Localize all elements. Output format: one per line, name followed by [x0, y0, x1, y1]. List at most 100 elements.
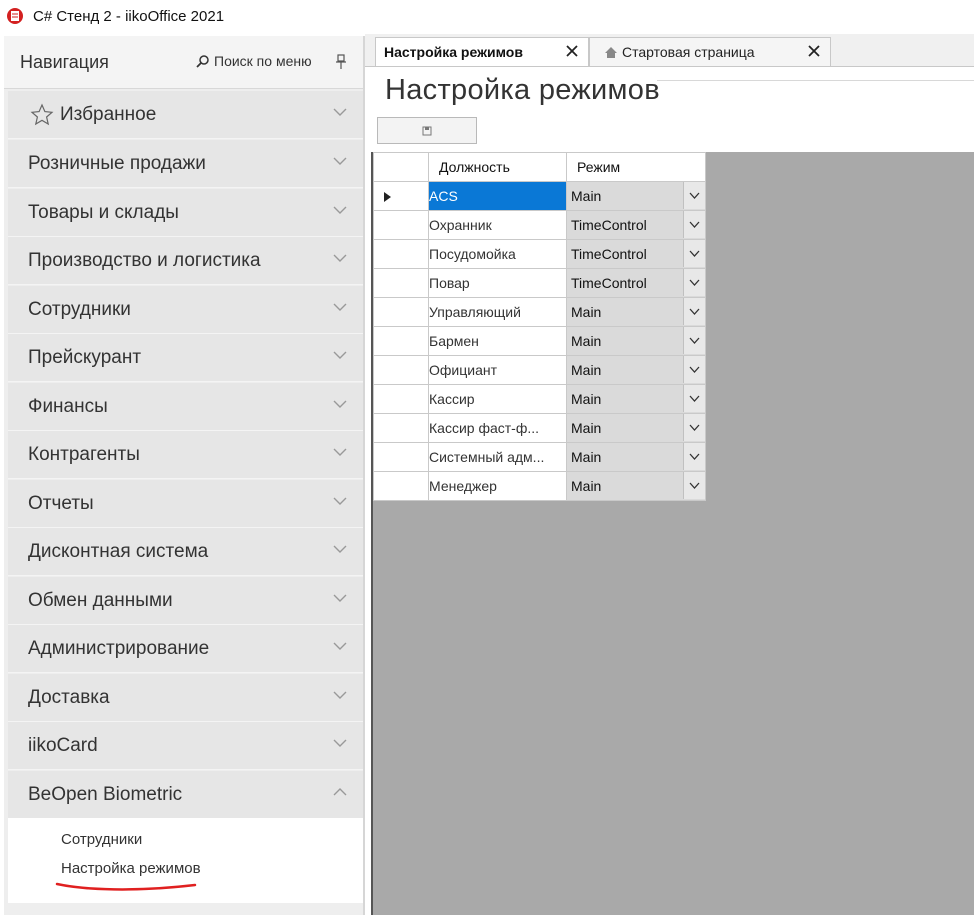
mode-cell[interactable]: Main — [566, 384, 706, 414]
nav-group-data-exchange[interactable]: Обмен данными — [8, 577, 363, 625]
row-selector[interactable] — [373, 355, 429, 385]
mode-dropdown-button[interactable] — [683, 211, 705, 238]
row-selector[interactable] — [373, 239, 429, 269]
position-cell[interactable]: Управляющий — [428, 297, 567, 327]
table-row[interactable]: Посудомойка TimeControl — [373, 239, 706, 269]
table-row[interactable]: Системный адм... Main — [373, 442, 706, 472]
row-selector[interactable] — [373, 413, 429, 443]
menu-search-label: Поиск по меню — [214, 53, 312, 69]
chevron-down-icon — [333, 739, 347, 747]
save-button[interactable] — [377, 117, 477, 144]
chevron-down-icon — [333, 642, 347, 650]
position-cell[interactable]: Охранник — [428, 210, 567, 240]
mode-dropdown-button[interactable] — [683, 414, 705, 441]
mode-cell[interactable]: Main — [566, 471, 706, 501]
table-row[interactable]: Кассир фаст-ф... Main — [373, 413, 706, 443]
nav-group-favorites[interactable]: Избранное — [8, 91, 363, 139]
nav-group-discount[interactable]: Дисконтная система — [8, 528, 363, 576]
position-cell[interactable]: Кассир фаст-ф... — [428, 413, 567, 443]
nav-group-administration[interactable]: Администрирование — [8, 625, 363, 673]
chevron-down-icon — [689, 308, 700, 315]
mode-value: Main — [571, 304, 602, 320]
tab-mode-settings[interactable]: Настройка режимов — [375, 37, 589, 66]
mode-dropdown-button[interactable] — [683, 443, 705, 470]
mode-cell[interactable]: Main — [566, 355, 706, 385]
position-cell[interactable]: Официант — [428, 355, 567, 385]
row-selector[interactable] — [373, 471, 429, 501]
table-row[interactable]: Управляющий Main — [373, 297, 706, 327]
iiko-app-icon — [7, 8, 23, 24]
nav-group-beopen-biometric[interactable]: BeOpen Biometric — [8, 771, 363, 819]
mode-dropdown-button[interactable] — [683, 240, 705, 267]
nav-group-pricelist[interactable]: Прейскурант — [8, 334, 363, 382]
table-row[interactable]: Охранник TimeControl — [373, 210, 706, 240]
close-icon[interactable] — [566, 45, 578, 57]
position-cell[interactable]: Бармен — [428, 326, 567, 356]
table-row[interactable]: Официант Main — [373, 355, 706, 385]
mode-cell[interactable]: Main — [566, 326, 706, 356]
tab-strip: Настройка режимов Стартовая страница — [365, 34, 974, 67]
mode-dropdown-button[interactable] — [683, 472, 705, 499]
row-selector[interactable] — [373, 326, 429, 356]
chevron-down-icon — [333, 303, 347, 311]
position-cell[interactable]: Кассир — [428, 384, 567, 414]
chevron-down-icon — [333, 157, 347, 165]
mode-dropdown-button[interactable] — [683, 385, 705, 412]
mode-value: Main — [571, 362, 602, 378]
nav-group-contractors[interactable]: Контрагенты — [8, 431, 363, 479]
nav-group-label: Избранное — [60, 103, 157, 125]
nav-group-finance[interactable]: Финансы — [8, 383, 363, 431]
mode-dropdown-button[interactable] — [683, 182, 705, 209]
tab-start-page[interactable]: Стартовая страница — [589, 37, 831, 66]
column-header-mode[interactable]: Режим — [566, 152, 706, 182]
mode-dropdown-button[interactable] — [683, 269, 705, 296]
row-selector[interactable] — [373, 384, 429, 414]
mode-dropdown-button[interactable] — [683, 327, 705, 354]
table-row[interactable]: Кассир Main — [373, 384, 706, 414]
row-selector[interactable] — [373, 181, 429, 211]
table-row[interactable]: ACS Main — [373, 181, 706, 211]
position-cell[interactable]: Повар — [428, 268, 567, 298]
position-cell[interactable]: Менеджер — [428, 471, 567, 501]
subitem-mode-settings[interactable]: Настройка режимов — [61, 860, 201, 877]
mode-cell[interactable]: Main — [566, 297, 706, 327]
chevron-down-icon — [333, 254, 347, 262]
mode-dropdown-button[interactable] — [683, 356, 705, 383]
close-icon[interactable] — [808, 45, 820, 57]
mode-cell[interactable]: TimeControl — [566, 239, 706, 269]
tab-label: Стартовая страница — [622, 44, 755, 60]
nav-group-iikocard[interactable]: iikoCard — [8, 722, 363, 770]
table-row[interactable]: Менеджер Main — [373, 471, 706, 501]
mode-cell[interactable]: Main — [566, 181, 706, 211]
mode-cell[interactable]: TimeControl — [566, 210, 706, 240]
row-selector[interactable] — [373, 268, 429, 298]
save-icon — [422, 126, 432, 136]
nav-group-reports[interactable]: Отчеты — [8, 480, 363, 528]
row-selector[interactable] — [373, 297, 429, 327]
nav-group-delivery[interactable]: Доставка — [8, 674, 363, 722]
table-row[interactable]: Повар TimeControl — [373, 268, 706, 298]
page-title: Настройка режимов — [385, 74, 660, 106]
nav-group-goods[interactable]: Товары и склады — [8, 189, 363, 237]
mode-dropdown-button[interactable] — [683, 298, 705, 325]
position-cell[interactable]: Системный адм... — [428, 442, 567, 472]
row-selector[interactable] — [373, 442, 429, 472]
row-selector[interactable] — [373, 210, 429, 240]
mode-cell[interactable]: Main — [566, 413, 706, 443]
position-cell[interactable]: ACS — [428, 181, 567, 211]
mode-cell[interactable]: Main — [566, 442, 706, 472]
mode-cell[interactable]: TimeControl — [566, 268, 706, 298]
window-titlebar: C# Стенд 2 - iikoOffice 2021 — [0, 0, 974, 34]
pin-icon[interactable] — [334, 54, 348, 70]
chevron-down-icon — [689, 424, 700, 431]
nav-group-production[interactable]: Производство и логистика — [8, 237, 363, 285]
nav-group-label: Розничные продажи — [28, 152, 206, 174]
chevron-down-icon — [689, 366, 700, 373]
subitem-employees[interactable]: Сотрудники — [61, 831, 142, 848]
nav-group-retail[interactable]: Розничные продажи — [8, 140, 363, 188]
position-cell[interactable]: Посудомойка — [428, 239, 567, 269]
menu-search-button[interactable]: Поиск по меню — [196, 53, 312, 69]
nav-group-employees[interactable]: Сотрудники — [8, 286, 363, 334]
column-header-position[interactable]: Должность — [428, 152, 567, 182]
table-row[interactable]: Бармен Main — [373, 326, 706, 356]
